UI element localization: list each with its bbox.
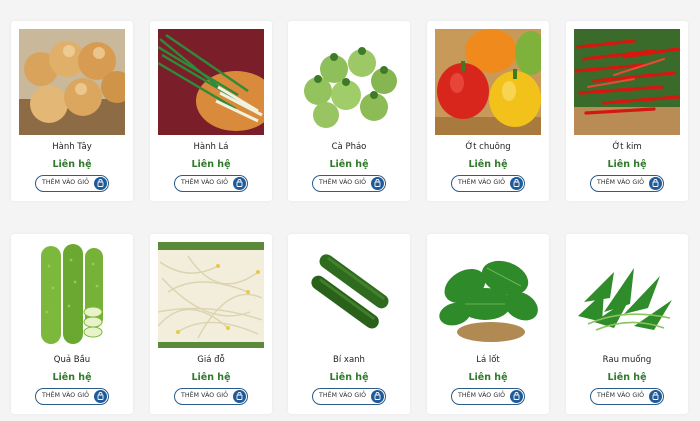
product-price: Liên hệ [607,159,647,170]
product-grid: Hành Tây Liên hệ THÊM VÀO GIỎ Hành Lá Li… [0,0,700,421]
product-price: Liên hệ [468,372,508,383]
product-card[interactable]: Hành Lá Liên hệ THÊM VÀO GIỎ [150,21,272,201]
add-to-cart-label: THÊM VÀO GIỎ [458,392,506,399]
product-image-water-spinach[interactable] [574,242,680,348]
product-card[interactable]: Ớt kim Liên hệ THÊM VÀO GIỎ [566,21,688,201]
add-to-cart-button[interactable]: THÊM VÀO GIỎ [451,388,525,405]
product-image-chili[interactable] [574,29,680,135]
product-image-gourd[interactable] [19,242,125,348]
product-card[interactable]: Rau muống Liên hệ THÊM VÀO GIỎ [566,234,688,414]
shopping-bag-icon [94,177,107,190]
shopping-bag-icon [233,390,246,403]
product-price: Liên hệ [52,372,92,383]
product-name[interactable]: Hành Lá [150,142,272,152]
product-price: Liên hệ [329,372,369,383]
add-to-cart-label: THÊM VÀO GIỎ [319,179,367,186]
shopping-bag-icon [371,177,384,190]
product-name[interactable]: Cà Pháo [288,142,410,152]
product-card[interactable]: Ớt chuông Liên hệ THÊM VÀO GIỎ [427,21,549,201]
add-to-cart-button[interactable]: THÊM VÀO GIỎ [312,388,386,405]
add-to-cart-button[interactable]: THÊM VÀO GIỎ [590,175,664,192]
add-to-cart-button[interactable]: THÊM VÀO GIỎ [590,388,664,405]
product-card[interactable]: Quả Bầu Liên hệ THÊM VÀO GIỎ [11,234,133,414]
product-price: Liên hệ [52,159,92,170]
product-name[interactable]: Quả Bầu [11,355,133,365]
add-to-cart-label: THÊM VÀO GIỎ [181,392,229,399]
product-card[interactable]: Giá đỗ Liên hệ THÊM VÀO GIỎ [150,234,272,414]
product-price: Liên hệ [329,159,369,170]
product-image-green-onion[interactable] [158,29,264,135]
product-name[interactable]: Bí xanh [288,355,410,365]
shopping-bag-icon [510,177,523,190]
add-to-cart-label: THÊM VÀO GIỎ [458,179,506,186]
add-to-cart-button[interactable]: THÊM VÀO GIỎ [35,388,109,405]
add-to-cart-label: THÊM VÀO GIỎ [42,392,90,399]
product-name[interactable]: Ớt chuông [427,142,549,152]
product-name[interactable]: Hành Tây [11,142,133,152]
product-image-cucumber[interactable] [296,242,402,348]
product-name[interactable]: Lá lốt [427,355,549,365]
product-card[interactable]: Bí xanh Liên hệ THÊM VÀO GIỎ [288,234,410,414]
add-to-cart-button[interactable]: THÊM VÀO GIỎ [174,175,248,192]
product-price: Liên hệ [191,372,231,383]
add-to-cart-button[interactable]: THÊM VÀO GIỎ [312,175,386,192]
product-name[interactable]: Rau muống [566,355,688,365]
add-to-cart-label: THÊM VÀO GIỎ [597,392,645,399]
product-price: Liên hệ [191,159,231,170]
shopping-bag-icon [233,177,246,190]
product-price: Liên hệ [607,372,647,383]
add-to-cart-label: THÊM VÀO GIỎ [181,179,229,186]
shopping-bag-icon [649,390,662,403]
shopping-bag-icon [649,177,662,190]
product-card[interactable]: Hành Tây Liên hệ THÊM VÀO GIỎ [11,21,133,201]
shopping-bag-icon [94,390,107,403]
product-card[interactable]: Cà Pháo Liên hệ THÊM VÀO GIỎ [288,21,410,201]
product-name[interactable]: Giá đỗ [150,355,272,365]
add-to-cart-label: THÊM VÀO GIỎ [42,179,90,186]
product-image-betel-leaf[interactable] [435,242,541,348]
add-to-cart-button[interactable]: THÊM VÀO GIỎ [35,175,109,192]
shopping-bag-icon [371,390,384,403]
product-image-bean-sprout[interactable] [158,242,264,348]
product-image-eggplant[interactable] [296,29,402,135]
add-to-cart-label: THÊM VÀO GIỎ [597,179,645,186]
product-card[interactable]: Lá lốt Liên hệ THÊM VÀO GIỎ [427,234,549,414]
add-to-cart-label: THÊM VÀO GIỎ [319,392,367,399]
product-image-onion[interactable] [19,29,125,135]
shopping-bag-icon [510,390,523,403]
product-price: Liên hệ [468,159,508,170]
product-name[interactable]: Ớt kim [566,142,688,152]
add-to-cart-button[interactable]: THÊM VÀO GIỎ [451,175,525,192]
add-to-cart-button[interactable]: THÊM VÀO GIỎ [174,388,248,405]
product-image-bell-pepper[interactable] [435,29,541,135]
